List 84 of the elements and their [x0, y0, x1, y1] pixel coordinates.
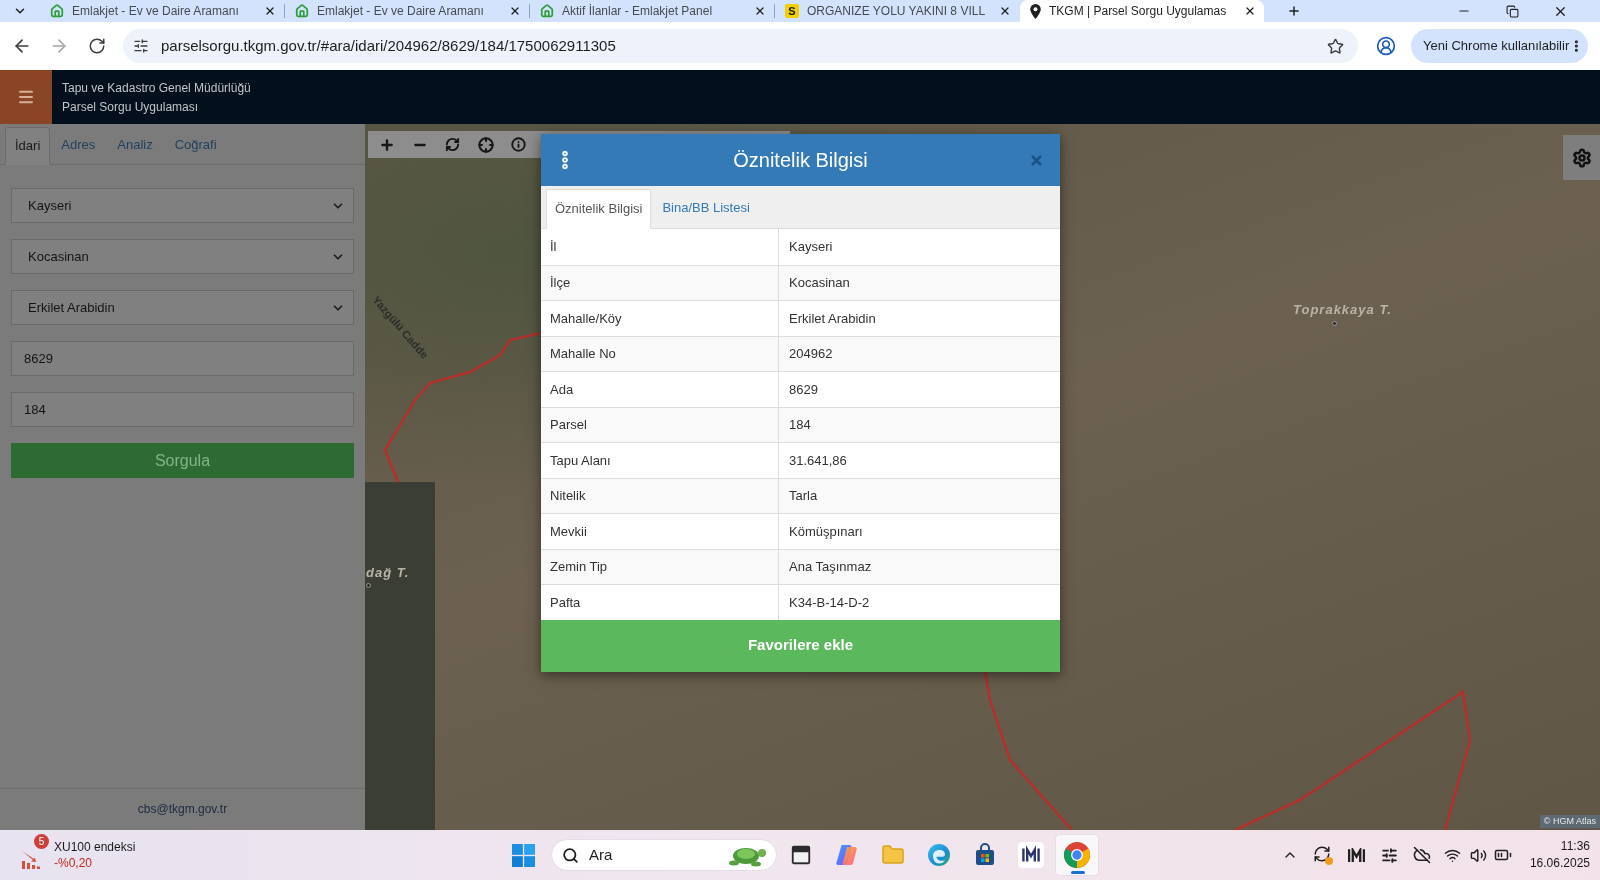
- site-settings-icon[interactable]: [133, 38, 149, 54]
- folder-icon: [881, 843, 905, 867]
- favicon-letter: S: [785, 4, 799, 18]
- star-icon[interactable]: [1327, 37, 1344, 55]
- m-logo-icon: [1018, 842, 1044, 868]
- app-subtitle: Parsel Sorgu Uygulaması: [62, 99, 200, 114]
- app-title: Tapu ve Kadastro Genel Müdürlüğü: [62, 80, 251, 95]
- notification-badge: 5: [34, 834, 49, 849]
- field-label: Parsel: [541, 407, 779, 442]
- slanted-tiles-logo-icon: [835, 843, 859, 867]
- menu-button[interactable]: [0, 70, 52, 124]
- field-value: 184: [779, 407, 1060, 442]
- browser-tab[interactable]: Aktif İlanlar - Emlakjet Panel: [530, 0, 774, 22]
- update-chrome-button[interactable]: Yeni Chrome kullanılabilir: [1411, 29, 1588, 63]
- field-label: Ada: [541, 372, 779, 407]
- field-value: Kocasinan: [779, 265, 1060, 300]
- house-icon: [540, 4, 554, 18]
- menu-icon: [17, 88, 35, 106]
- contact-email: cbs@tkgm.gov.tr: [137, 802, 228, 818]
- dialog-tab[interactable]: Bina/BB Listesi: [651, 188, 761, 228]
- clock-time[interactable]: 11:36: [1560, 838, 1590, 855]
- peak-label: Toprakkaya T.: [1293, 302, 1392, 317]
- browser-tab[interactable]: Emlakjet - Ev ve Daire Aramanı: [40, 0, 284, 22]
- close-icon[interactable]: [999, 5, 1011, 17]
- field-value: Tarla: [779, 478, 1060, 513]
- volume-icon[interactable]: [1469, 846, 1487, 864]
- field-value: Ana Taşınmaz: [779, 549, 1060, 584]
- peak-marker-icon: [1332, 321, 1337, 326]
- address-bar[interactable]: parselsorgu.tkgm.gov.tr/#ara/idari/204962/8629/184/1750062911305: [123, 29, 1358, 63]
- tricolor-circle-icon: [1064, 842, 1090, 868]
- input-field[interactable]: 184: [11, 392, 354, 427]
- field-value: 204962: [779, 336, 1060, 371]
- refresh-icon[interactable]: [445, 137, 460, 152]
- field-label: Mahalle/Köy: [541, 301, 779, 336]
- close-icon[interactable]: [264, 5, 276, 17]
- search-button[interactable]: Ara: [551, 839, 777, 871]
- sidebar-tab[interactable]: İdari: [5, 127, 51, 165]
- zoom-in-icon[interactable]: [378, 136, 395, 153]
- crosshair-icon[interactable]: [477, 136, 494, 153]
- browser-tab[interactable]: TKGM | Parsel Sorgu Uygulamas: [1020, 0, 1264, 22]
- settings-icon: [1571, 147, 1592, 168]
- widget-reading: -%0,20: [54, 855, 94, 871]
- field-label: Tapu Alanı: [541, 443, 779, 478]
- dialog-title: Öznitelik Bilgisi: [732, 148, 869, 173]
- house-icon: [50, 4, 64, 18]
- peak-label: dağ T.: [366, 565, 410, 580]
- select-field[interactable]: Kocasinan: [11, 239, 354, 274]
- field-label: İlçe: [541, 265, 779, 300]
- cloud-off-icon[interactable]: [1413, 846, 1432, 864]
- new-tab-icon[interactable]: [1287, 4, 1301, 18]
- reload-icon[interactable]: [88, 37, 106, 55]
- field-label: Nitelik: [541, 478, 779, 513]
- m-logo-icon[interactable]: [1347, 847, 1365, 863]
- settings-button[interactable]: [1563, 135, 1600, 180]
- search-icon: [562, 846, 579, 864]
- widget-title[interactable]: XU100 endeksi: [54, 839, 136, 855]
- info-icon[interactable]: [511, 137, 526, 152]
- close-icon[interactable]: [1244, 5, 1256, 17]
- field-label: İl: [541, 229, 779, 265]
- close-icon[interactable]: [509, 5, 521, 17]
- field-label: Mevkii: [541, 514, 779, 549]
- map-attribution: © HGM Atlas: [1539, 815, 1600, 828]
- field-label: Zemin Tip: [541, 549, 779, 584]
- restore-icon[interactable]: [1505, 4, 1519, 18]
- window-icon: [790, 844, 812, 866]
- field-label: Mahalle No: [541, 336, 779, 371]
- select-field[interactable]: Erkilet Arabidin: [11, 290, 354, 325]
- dialog-tab[interactable]: Öznitelik Bilgisi: [546, 189, 652, 229]
- clock-date[interactable]: 16.06.2025: [1529, 855, 1590, 872]
- four-squares-logo-icon[interactable]: [511, 843, 535, 867]
- house-icon: [295, 4, 309, 18]
- wave-circle-icon: [927, 843, 951, 867]
- shopping-bag-icon: [973, 843, 997, 867]
- input-field[interactable]: 8629: [11, 341, 354, 376]
- browser-tab[interactable]: S ORGANIZE YOLU YAKINI 8 VILL: [775, 0, 1019, 22]
- select-field[interactable]: Kayseri: [11, 188, 354, 223]
- map-pin-icon: [1030, 3, 1041, 19]
- peak-marker-icon: [366, 583, 371, 588]
- sync-icon[interactable]: [1313, 845, 1334, 865]
- sliders-icon[interactable]: [1380, 846, 1398, 864]
- browser-tab[interactable]: Emlakjet - Ev ve Daire Aramanı: [285, 0, 529, 22]
- profile-icon[interactable]: [1376, 36, 1396, 56]
- field-label: Pafta: [541, 585, 779, 620]
- close-icon[interactable]: [754, 5, 766, 17]
